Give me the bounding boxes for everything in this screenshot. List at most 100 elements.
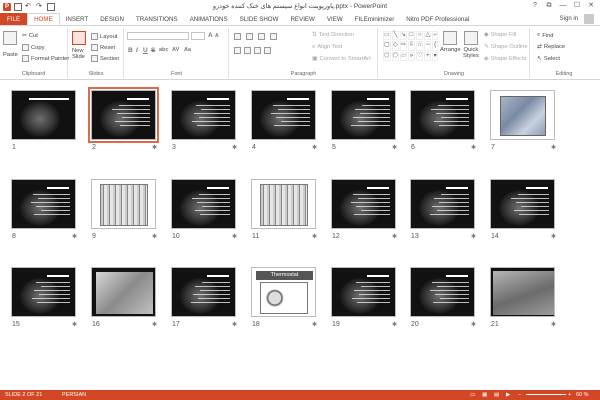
slide-thumbnail[interactable]: [171, 267, 236, 317]
select-button[interactable]: ↖ Select: [537, 56, 560, 62]
tab-design[interactable]: DESIGN: [94, 13, 130, 25]
find-button[interactable]: ⌕ Find: [537, 32, 554, 39]
transition-star-icon[interactable]: ✱: [152, 233, 157, 240]
hexagon-shape-icon[interactable]: ⬡: [383, 51, 391, 61]
zoom-slider[interactable]: [526, 394, 566, 395]
slide-thumbnail[interactable]: [490, 90, 555, 140]
character-spacing-button[interactable]: AV: [172, 47, 179, 53]
gallery-more-icon[interactable]: ▾: [432, 51, 438, 61]
reading-view-icon[interactable]: ▤: [494, 392, 499, 398]
align-center-icon[interactable]: [244, 47, 251, 54]
transition-star-icon[interactable]: ✱: [551, 321, 556, 328]
font-size-dropdown[interactable]: [191, 32, 205, 40]
tab-home[interactable]: HOME: [27, 13, 60, 25]
transition-star-icon[interactable]: ✱: [232, 144, 237, 151]
slide-thumbnail[interactable]: Thermostat: [251, 267, 316, 317]
help-icon[interactable]: ?: [528, 0, 542, 12]
plus-shape-icon[interactable]: +: [424, 51, 432, 61]
ribbon-display-icon[interactable]: ⧉: [542, 0, 556, 12]
slide-thumbnail[interactable]: [331, 90, 396, 140]
oval-shape-icon[interactable]: ○: [415, 31, 424, 41]
copy-button[interactable]: Copy: [22, 44, 45, 51]
maximize-button[interactable]: ☐: [570, 0, 584, 12]
transition-star-icon[interactable]: ✱: [471, 233, 476, 240]
format-painter-button[interactable]: Format Painter: [22, 55, 69, 62]
minimize-button[interactable]: —: [556, 0, 570, 12]
arrow-shape-icon[interactable]: ↘: [399, 31, 407, 41]
transition-star-icon[interactable]: ✱: [471, 321, 476, 328]
slide-thumbnail[interactable]: [88, 87, 159, 143]
transition-star-icon[interactable]: ✱: [72, 321, 77, 328]
shape-outline-button[interactable]: ✎ Shape Outline: [484, 44, 528, 50]
tab-transitions[interactable]: TRANSITIONS: [130, 13, 184, 25]
align-text-button[interactable]: ≡ Align Text: [312, 44, 342, 50]
transition-star-icon[interactable]: ✱: [232, 233, 237, 240]
align-left-icon[interactable]: [234, 47, 241, 54]
tab-file[interactable]: FILE: [0, 13, 28, 25]
slide-sorter-view-icon[interactable]: ▦: [482, 392, 487, 398]
triangle-shape-icon[interactable]: △: [424, 31, 432, 41]
slide-thumbnail[interactable]: [490, 179, 555, 229]
strikethrough-button[interactable]: S: [151, 47, 155, 54]
rect-shape-icon[interactable]: □: [407, 31, 415, 41]
layout-button[interactable]: Layout: [91, 33, 117, 40]
reset-button[interactable]: Reset: [91, 44, 115, 51]
pentagon-shape-icon[interactable]: ⬠: [391, 51, 399, 61]
text-shadow-button[interactable]: abc: [159, 47, 168, 53]
right-arrow-shape-icon[interactable]: ⇨: [399, 41, 407, 51]
shape-effects-button[interactable]: ◈ Shape Effects: [484, 56, 526, 62]
curve-shape-icon[interactable]: ∼: [424, 41, 432, 51]
zoom-in-button[interactable]: +: [568, 392, 571, 398]
paste-button[interactable]: Paste: [3, 31, 18, 58]
convert-smartart-button[interactable]: ▣ Convert to SmartArt: [312, 56, 371, 62]
decrease-indent-icon[interactable]: [258, 33, 265, 40]
slide-thumbnail[interactable]: [171, 179, 236, 229]
tab-nitro-pdf[interactable]: Nitro PDF Professional: [400, 13, 475, 25]
zoom-level[interactable]: 60 %: [576, 392, 589, 398]
bullets-icon[interactable]: [234, 33, 241, 40]
slideshow-view-icon[interactable]: ▶: [506, 392, 510, 398]
tab-view[interactable]: VIEW: [321, 13, 349, 25]
transition-star-icon[interactable]: ✱: [312, 144, 317, 151]
numbering-icon[interactable]: [246, 33, 253, 40]
transition-star-icon[interactable]: ✱: [392, 321, 397, 328]
text-direction-button[interactable]: ⇅ Text Direction: [312, 32, 354, 38]
change-case-button[interactable]: Aa: [184, 47, 191, 53]
replace-button[interactable]: ⇄ Replace: [537, 44, 565, 50]
align-right-icon[interactable]: [254, 47, 261, 54]
italic-button[interactable]: I: [136, 47, 138, 54]
avatar[interactable]: [584, 14, 594, 24]
chevron-shape-icon[interactable]: »: [407, 51, 415, 61]
normal-view-icon[interactable]: ▭: [470, 392, 475, 398]
slide-thumbnail[interactable]: [91, 267, 156, 317]
bold-button[interactable]: B: [128, 47, 133, 54]
underline-button[interactable]: U: [143, 47, 148, 54]
section-button[interactable]: Section: [91, 55, 119, 62]
slide-thumbnail[interactable]: [91, 179, 156, 229]
tab-fileminimizer[interactable]: FILEminimizer: [349, 13, 401, 25]
transition-star-icon[interactable]: ✱: [312, 233, 317, 240]
more-shape-icon[interactable]: ⌐: [432, 31, 438, 41]
font-name-dropdown[interactable]: [127, 32, 189, 40]
tab-slide-show[interactable]: SLIDE SHOW: [234, 13, 285, 25]
slide-thumbnail[interactable]: [11, 90, 76, 140]
quick-styles-button[interactable]: Quick Styles: [463, 31, 479, 59]
textbox-shape-icon[interactable]: ▭: [383, 31, 391, 41]
zoom-out-button[interactable]: −: [518, 392, 521, 398]
line-shape-icon[interactable]: ╲: [391, 31, 399, 41]
justify-icon[interactable]: [264, 47, 271, 54]
slide-thumbnail[interactable]: [410, 179, 475, 229]
callout-shape-icon[interactable]: ▱: [399, 51, 407, 61]
transition-star-icon[interactable]: ✱: [232, 321, 237, 328]
increase-indent-icon[interactable]: [270, 33, 277, 40]
slide-thumbnail[interactable]: [410, 267, 475, 317]
heart-shape-icon[interactable]: ♡: [415, 51, 424, 61]
shapes-gallery[interactable]: ▭ ╲ ↘ □ ○ △ ⌐ ▢ ◇ ⇨ ⇩ ☆ ∼ { ⬡ ⬠ ▱ » ♡ + …: [383, 31, 438, 61]
transition-star-icon[interactable]: ✱: [152, 144, 157, 151]
tab-animations[interactable]: ANIMATIONS: [184, 13, 234, 25]
transition-star-icon[interactable]: ✱: [152, 321, 157, 328]
slide-thumbnail[interactable]: [490, 267, 555, 317]
transition-star-icon[interactable]: ✱: [471, 144, 476, 151]
star-shape-icon[interactable]: ☆: [415, 41, 424, 51]
language-indicator[interactable]: PERSIAN: [62, 392, 86, 398]
